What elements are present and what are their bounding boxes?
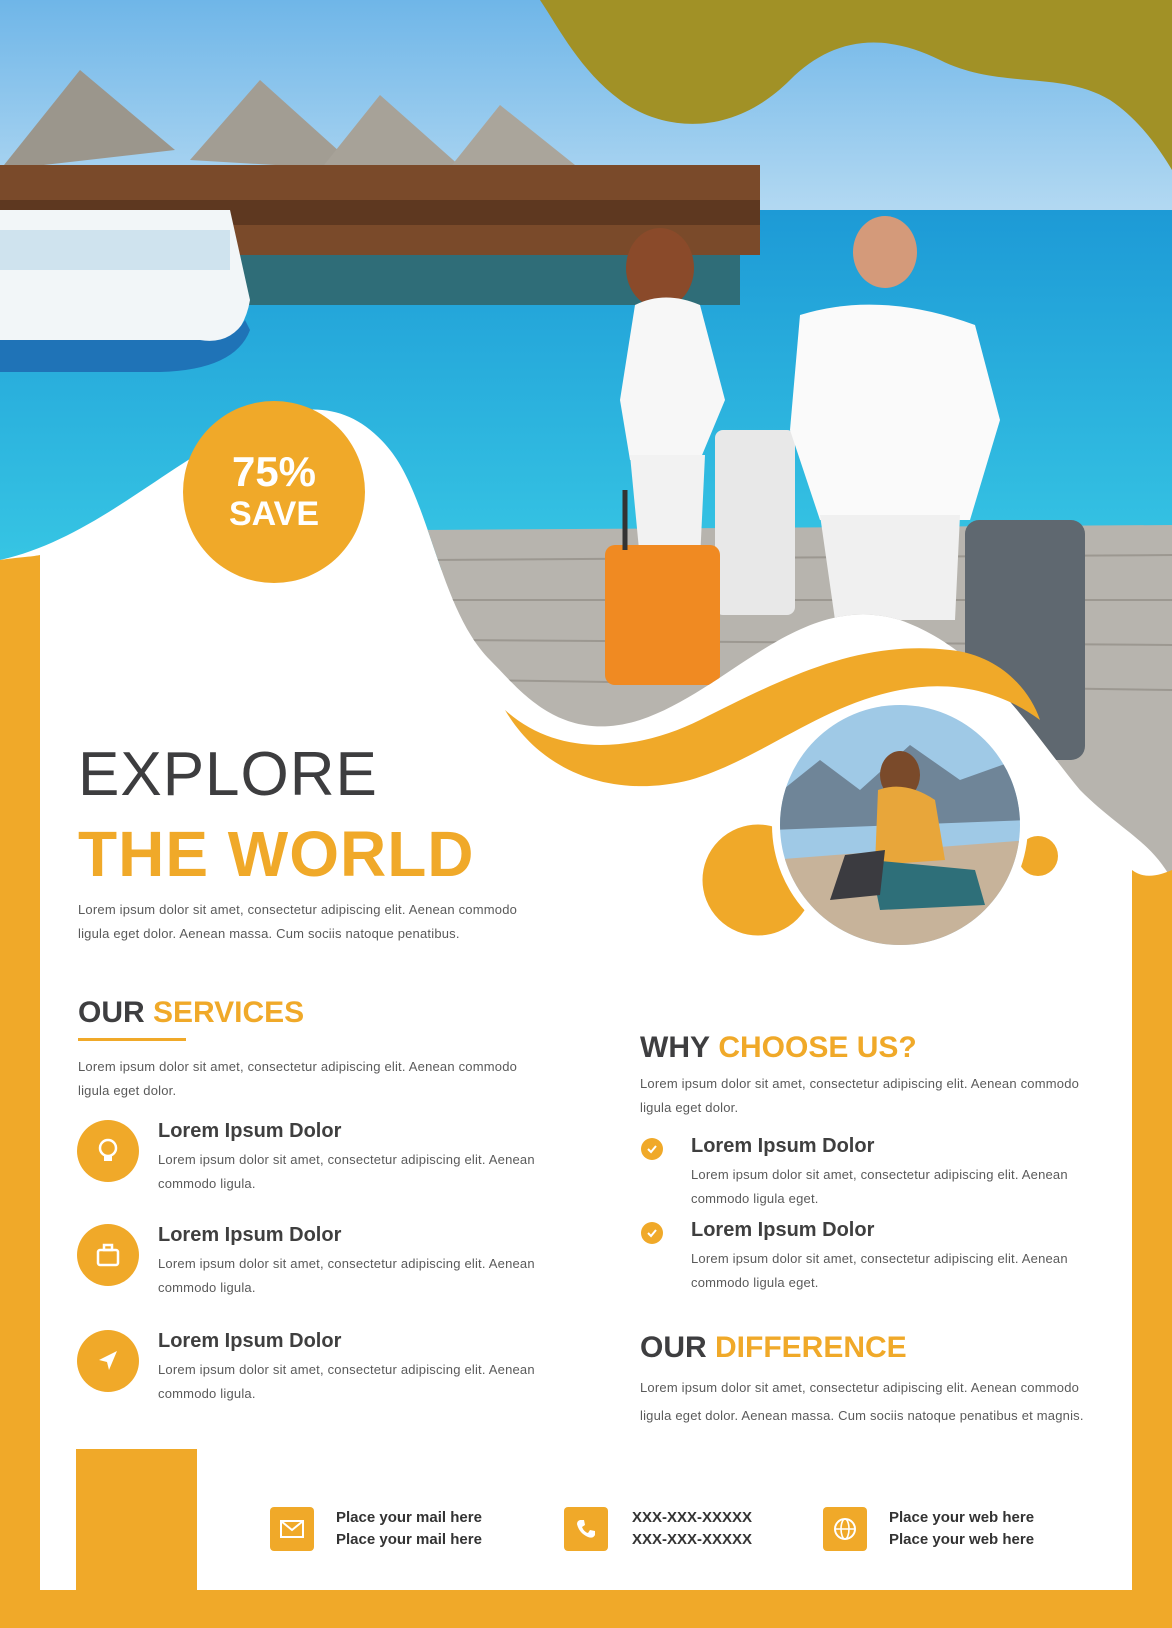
service-item-2-title: Lorem Ipsum Dolor bbox=[158, 1224, 342, 1246]
briefcase-icon bbox=[77, 1224, 139, 1286]
service-item-1-text: Lorem ipsum dolor sit amet, consectetur … bbox=[158, 1152, 535, 1191]
discount-label: SAVE bbox=[228, 495, 320, 533]
service-item-3-text: Lorem ipsum dolor sit amet, consectetur … bbox=[158, 1362, 535, 1401]
services-heading: OUR SERVICES bbox=[78, 995, 304, 1031]
globe-icon bbox=[823, 1507, 867, 1551]
difference-heading-orange: DIFFERENCE bbox=[715, 1331, 907, 1364]
discount-badge: 75% SAVE bbox=[183, 401, 365, 583]
headline-line-2: THE WORLD bbox=[78, 818, 475, 890]
headline-line-1: EXPLORE bbox=[78, 740, 378, 809]
services-description: Lorem ipsum dolor sit amet, consectetur … bbox=[78, 1059, 518, 1098]
footer-web-line-2: Place your web here bbox=[889, 1531, 1035, 1548]
services-heading-dark: OUR bbox=[78, 996, 145, 1029]
services-heading-orange: SERVICES bbox=[153, 996, 305, 1029]
footer-email-text: Place your mail here Place your mail her… bbox=[336, 1507, 482, 1551]
difference-heading: OUR DIFFERENCE bbox=[640, 1330, 907, 1366]
navigation-arrow-icon bbox=[77, 1330, 139, 1392]
footer-phone-line-1: XXX-XXX-XXXXX bbox=[632, 1509, 753, 1526]
footer-phone-text: XXX-XXX-XXXXX XXX-XXX-XXXXX bbox=[632, 1507, 752, 1551]
services-underline bbox=[78, 1038, 186, 1041]
service-item-1-title: Lorem Ipsum Dolor bbox=[158, 1120, 342, 1142]
checkmark-icon bbox=[641, 1138, 663, 1160]
why-item-2-text: Lorem ipsum dolor sit amet, consectetur … bbox=[691, 1251, 1068, 1290]
footer-email-line-2: Place your mail here bbox=[336, 1531, 482, 1548]
service-item-3-title: Lorem Ipsum Dolor bbox=[158, 1330, 342, 1352]
phone-icon bbox=[564, 1507, 608, 1551]
why-item-1-text: Lorem ipsum dolor sit amet, consectetur … bbox=[691, 1167, 1068, 1206]
discount-percent: 75% bbox=[231, 448, 317, 495]
lightbulb-icon bbox=[77, 1120, 139, 1182]
why-item-2-title: Lorem Ipsum Dolor bbox=[691, 1219, 875, 1241]
footer-web-line-1: Place your web here bbox=[889, 1509, 1035, 1526]
footer-phone-line-2: XXX-XXX-XXXXX bbox=[632, 1531, 753, 1548]
flyer: 75% SAVE EXPLORE THE WORLD Lorem ipsum d… bbox=[0, 0, 1172, 1628]
email-icon bbox=[270, 1507, 314, 1551]
footer-email-line-1: Place your mail here bbox=[336, 1509, 482, 1526]
hero-description: Lorem ipsum dolor sit amet, consectetur … bbox=[78, 902, 518, 941]
difference-heading-dark: OUR bbox=[640, 1331, 707, 1364]
why-item-1-title: Lorem Ipsum Dolor bbox=[691, 1135, 875, 1157]
service-item-2-text: Lorem ipsum dolor sit amet, consectetur … bbox=[158, 1256, 535, 1295]
why-choose-heading-dark: WHY bbox=[640, 1031, 710, 1064]
why-choose-description: Lorem ipsum dolor sit amet, consectetur … bbox=[640, 1076, 1080, 1115]
why-choose-heading-orange: CHOOSE US? bbox=[718, 1031, 917, 1064]
checkmark-icon bbox=[641, 1222, 663, 1244]
difference-description: Lorem ipsum dolor sit amet, consectetur … bbox=[640, 1380, 1084, 1423]
footer-web-text: Place your web here Place your web here bbox=[889, 1507, 1034, 1551]
why-choose-heading: WHY CHOOSE US? bbox=[640, 1030, 917, 1066]
